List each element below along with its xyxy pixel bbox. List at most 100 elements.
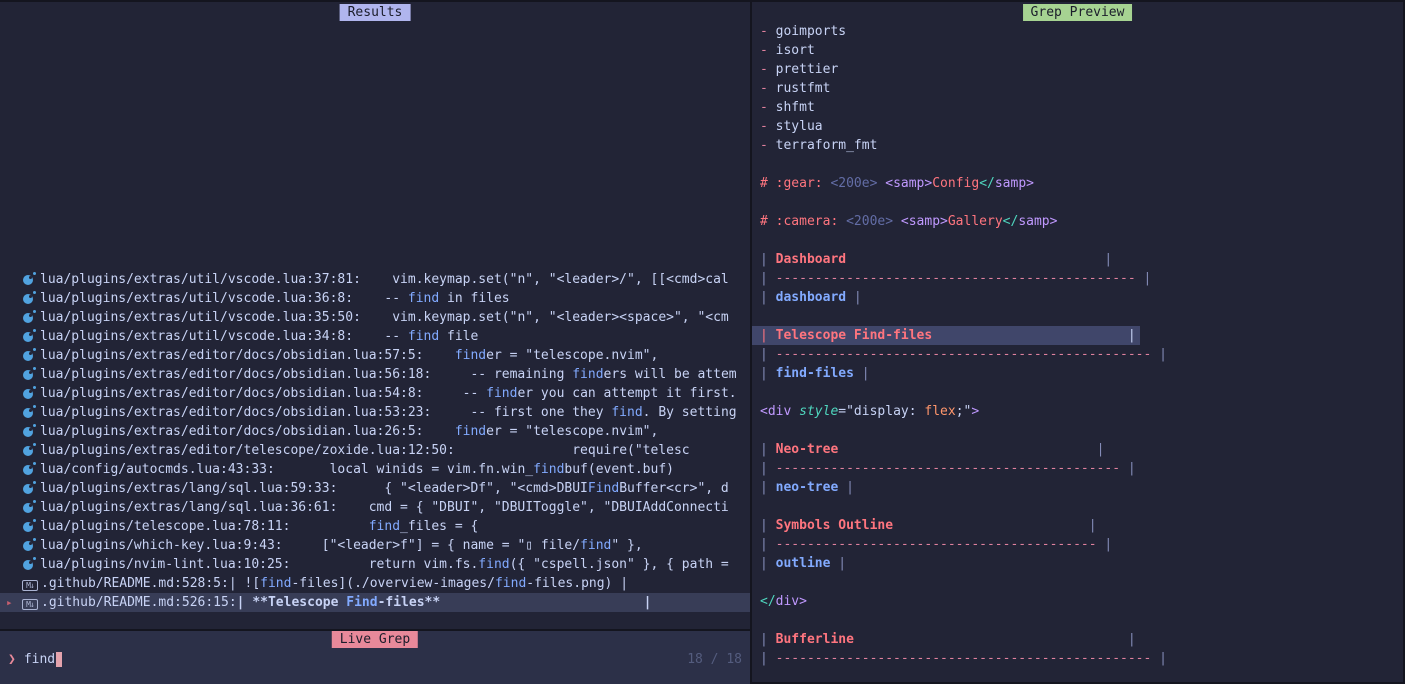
text-segment: --	[424, 386, 487, 401]
text-segment: |	[1151, 347, 1167, 362]
text-segment	[846, 252, 1104, 267]
text-segment: Config	[932, 176, 979, 191]
text-segment: neo-tree	[776, 480, 839, 495]
preview-line: - isort	[752, 41, 819, 60]
text-segment: find	[408, 329, 439, 344]
text-segment: cmd = { "DBUI", "DBUIToggle", "DBUIAddCo…	[337, 500, 728, 515]
text-segment: <samp>	[885, 176, 932, 191]
result-row[interactable]: lua/plugins/nvim-lint.lua:10:25: return …	[0, 555, 750, 574]
result-row[interactable]: lua/plugins/extras/editor/docs/obsidian.…	[0, 365, 750, 384]
text-segment: |	[1128, 328, 1136, 343]
result-row[interactable]: lua/plugins/telescope.lua:78:11: find_fi…	[0, 517, 750, 536]
text-segment: Find	[588, 481, 619, 496]
text-segment: _files = {	[400, 519, 478, 534]
lua-file-icon	[22, 346, 36, 365]
result-row[interactable]: lua/plugins/extras/util/vscode.lua:35:50…	[0, 308, 750, 327]
text-segment: lua/plugins/which-key.lua:9:43:	[40, 538, 283, 553]
text-segment	[893, 214, 901, 229]
result-text: lua/plugins/extras/editor/docs/obsidian.…	[40, 384, 737, 403]
text-segment: file	[439, 329, 478, 344]
text-segment	[893, 518, 1089, 533]
result-text: lua/plugins/extras/util/vscode.lua:34:8:…	[40, 327, 478, 346]
text-segment: samp>	[995, 176, 1034, 191]
result-row[interactable]: lua/plugins/extras/editor/docs/obsidian.…	[0, 346, 750, 365]
text-segment: |	[760, 442, 776, 457]
result-row[interactable]: lua/plugins/extras/editor/docs/obsidian.…	[0, 403, 750, 422]
result-row[interactable]: lua/plugins/extras/editor/docs/obsidian.…	[0, 422, 750, 441]
preview-line: - rustfmt	[752, 79, 834, 98]
result-row[interactable]: lua/config/autocmds.lua:43:33: local win…	[0, 460, 750, 479]
result-row[interactable]: lua/plugins/extras/lang/sql.lua:59:33: {…	[0, 479, 750, 498]
text-segment: -	[760, 138, 776, 153]
result-text: .github/README.md:526:15:| **Telescope F…	[41, 593, 652, 612]
text-segment: " },	[611, 538, 642, 553]
text-segment: find	[495, 576, 526, 591]
text-segment: | ![	[229, 576, 260, 591]
text-segment: lua/plugins/nvim-lint.lua:10:25:	[40, 557, 290, 572]
result-row[interactable]: lua/plugins/extras/lang/sql.lua:36:61: c…	[0, 498, 750, 517]
text-segment: --	[353, 291, 408, 306]
text-segment: find-files	[776, 366, 854, 381]
text-segment: vim.keymap.set("n", "<leader>/", [[<cmd>…	[361, 272, 729, 287]
text-segment: er you can attempt it first.	[517, 386, 736, 401]
text-segment: |	[1104, 252, 1112, 267]
text-segment: lua/plugins/extras/util/vscode.lua:37:81…	[40, 272, 361, 287]
text-segment: |	[1120, 461, 1136, 476]
result-text: lua/plugins/extras/lang/sql.lua:59:33: {…	[40, 479, 729, 498]
text-segment: ----------------------------------------…	[776, 271, 1136, 286]
preview-line: - stylua	[752, 117, 827, 136]
text-segment: terraform_fmt	[776, 138, 878, 153]
text-segment: # :gear:	[760, 176, 830, 191]
text-segment: lua/plugins/extras/editor/docs/obsidian.…	[40, 367, 431, 382]
text-segment: find	[369, 519, 400, 534]
text-segment: dashboard	[776, 290, 846, 305]
text-segment: <samp>	[901, 214, 948, 229]
text-segment: -files**	[378, 595, 441, 610]
text-segment: return vim.fs.	[290, 557, 478, 572]
text-segment: |	[760, 632, 776, 647]
text-segment: </	[1003, 214, 1019, 229]
result-row[interactable]: lua/plugins/extras/editor/docs/obsidian.…	[0, 384, 750, 403]
text-segment: ----------------------------------------…	[776, 537, 1097, 552]
text-segment: find	[408, 291, 439, 306]
lua-file-icon	[22, 498, 36, 517]
lua-file-icon	[22, 384, 36, 403]
search-input[interactable]: find	[24, 650, 55, 669]
text-segment: local winids = vim.fn.win_	[275, 462, 533, 477]
text-segment: |	[760, 290, 776, 305]
text-segment: Buffer<cr>", d	[619, 481, 729, 496]
text-segment: |	[760, 651, 776, 666]
prompt-line[interactable]: ❯find 18 / 18	[0, 650, 750, 669]
text-segment: stylua	[776, 119, 823, 134]
result-text: lua/plugins/extras/lang/sql.lua:36:61: c…	[40, 498, 729, 517]
result-row[interactable]: lua/plugins/extras/util/vscode.lua:37:81…	[0, 270, 750, 289]
text-segment: |	[760, 328, 776, 343]
lua-file-icon	[22, 403, 36, 422]
text-segment: lua/plugins/extras/util/vscode.lua:35:50…	[40, 310, 361, 325]
text-segment: -files](./overview-images/	[291, 576, 495, 591]
text-segment: rustfmt	[776, 81, 831, 96]
text-segment: |	[830, 556, 846, 571]
preview-line	[752, 193, 764, 212]
preview-line	[752, 231, 764, 250]
text-segment: Telescope Find-files	[776, 328, 933, 343]
result-row[interactable]: lua/plugins/which-key.lua:9:43: ["<leade…	[0, 536, 750, 555]
text-segment: Gallery	[948, 214, 1003, 229]
preview-line: | --------------------------------------…	[752, 345, 1171, 364]
result-row-selected[interactable]: ▸M↓.github/README.md:526:15:| **Telescop…	[0, 593, 750, 612]
result-counter: 18 / 18	[687, 650, 742, 669]
text-segment	[290, 519, 368, 534]
text-segment: ="display:	[838, 404, 924, 419]
lua-file-icon	[22, 289, 36, 308]
text-segment: find	[572, 367, 603, 382]
result-row[interactable]: lua/plugins/extras/util/vscode.lua:36:8:…	[0, 289, 750, 308]
lua-file-icon	[22, 327, 36, 346]
text-segment: -	[760, 81, 776, 96]
result-row[interactable]: lua/plugins/extras/util/vscode.lua:34:8:…	[0, 327, 750, 346]
text-segment	[424, 424, 455, 439]
preview-line: | Symbols Outline |	[752, 516, 1101, 535]
result-row[interactable]: M↓.github/README.md:528:5:| ![find-files…	[0, 574, 750, 593]
result-text: lua/plugins/extras/editor/docs/obsidian.…	[40, 365, 737, 384]
text-segment: |	[838, 480, 854, 495]
result-row[interactable]: lua/plugins/extras/editor/telescope/zoxi…	[0, 441, 750, 460]
